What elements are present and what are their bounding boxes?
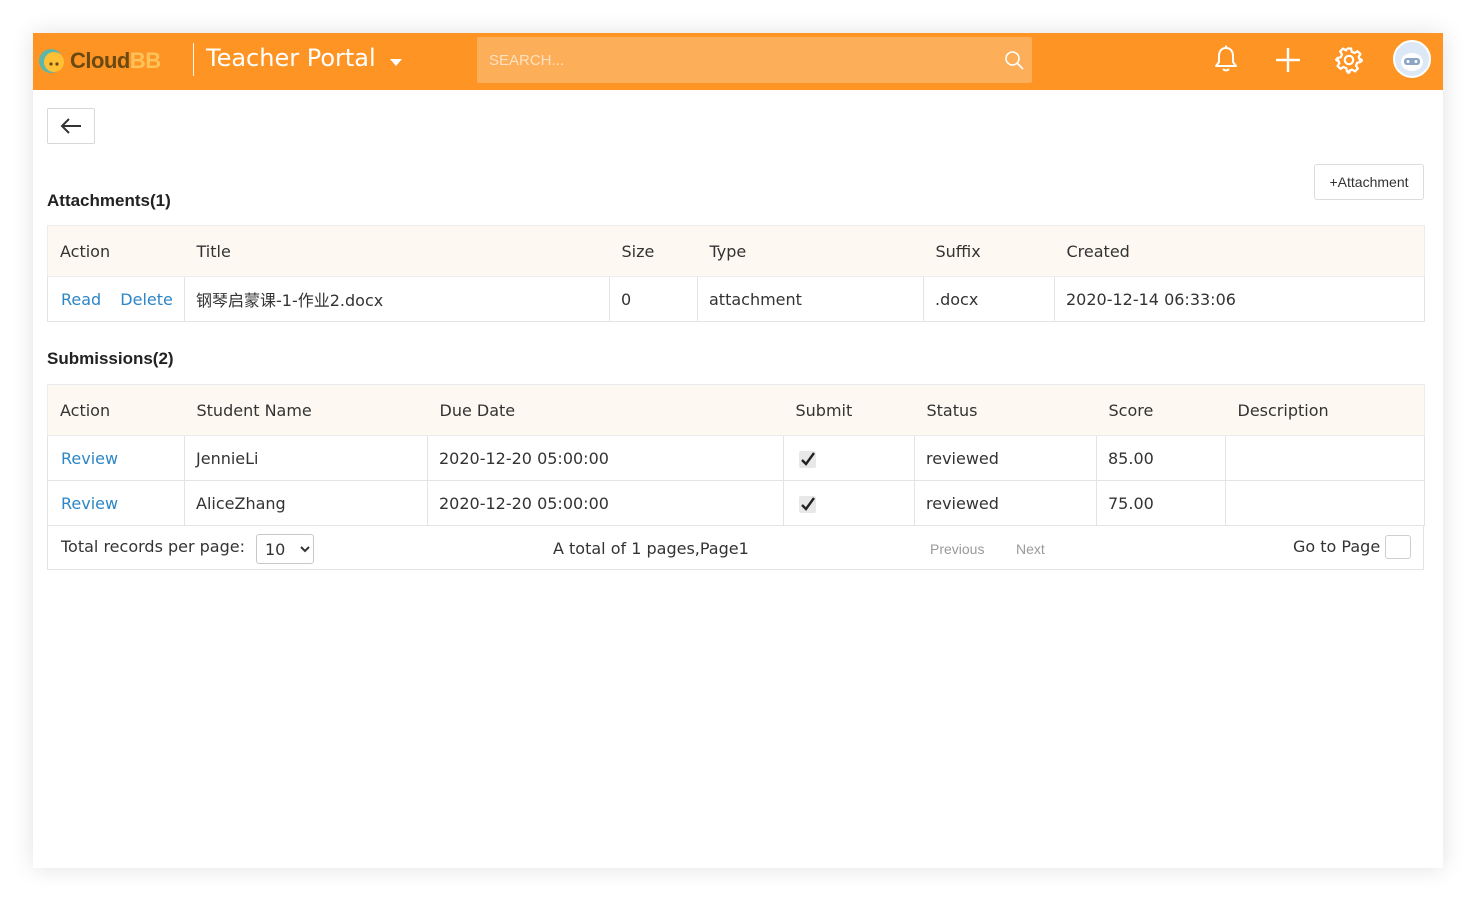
go-to-page-label: Go to Page [1293,537,1381,556]
next-button[interactable]: Next [1016,541,1045,557]
page-total-text: A total of 1 pages,Page1 [553,539,749,558]
submissions-header-row: Action Student Name Due Date Submit Stat… [47,384,1425,436]
review-link[interactable]: Review [61,494,118,513]
header-divider [193,43,194,76]
table-row: Read Delete 钢琴启蒙课-1-作业2.docx 0 attachmen… [47,276,1425,322]
type-cell: attachment [697,276,924,322]
table-row: Review JennieLi 2020-12-20 05:00:00 revi… [47,435,1425,481]
score-cell: 75.00 [1096,480,1226,526]
logo-cloud-text: Cloud [70,48,130,73]
column-header: Suffix [923,225,1055,277]
per-page-label: Total records per page: [61,537,245,556]
search-icon[interactable] [1004,50,1024,70]
created-cell: 2020-12-14 06:33:06 [1054,276,1425,322]
submissions-table: Action Student Name Due Date Submit Stat… [47,384,1425,526]
due-date-cell: 2020-12-20 05:00:00 [427,435,784,481]
cloudbb-logo[interactable]: CloudBB [36,45,161,77]
action-cell: Review [47,480,185,526]
gear-icon[interactable] [1335,46,1363,74]
submitted-checkbox [799,450,816,468]
column-header: Action [47,384,185,436]
pagination-bar: Total records per page: 10 A total of 1 … [47,525,1424,570]
student-name-cell: AliceZhang [184,480,428,526]
logo-bb-text: BB [129,48,161,73]
review-link[interactable]: Review [61,449,118,468]
app-window: CloudBB Teacher Portal SEARCH... +Attach… [33,33,1443,868]
size-cell: 0 [609,276,698,322]
status-cell: reviewed [914,480,1097,526]
action-cell: Read Delete [47,276,185,322]
column-header: Action [47,225,185,277]
checkmark-icon [801,451,815,466]
submitted-checkbox [799,495,816,513]
go-to-page-input[interactable] [1385,535,1411,559]
submissions-heading: Submissions(2) [47,349,174,368]
avatar-image-icon [1395,42,1429,76]
plus-icon[interactable] [1274,46,1302,74]
column-header: Size [609,225,698,277]
attachments-table: Action Title Size Type Suffix Created Re… [47,225,1425,322]
attachments-heading: Attachments(1) [47,191,171,210]
column-header: Due Date [427,384,784,436]
column-header: Score [1096,384,1226,436]
column-header: Description [1225,384,1425,436]
back-button[interactable] [47,108,95,144]
column-header: Submit [783,384,915,436]
search-input[interactable] [477,37,977,83]
logo-text: CloudBB [70,48,161,74]
per-page-select[interactable]: 10 [256,534,314,564]
top-bar: CloudBB Teacher Portal [33,33,1443,90]
read-link[interactable]: Read [61,290,101,309]
column-header: Type [697,225,924,277]
status-cell: reviewed [914,435,1097,481]
column-header: Created [1054,225,1425,277]
arrow-left-icon [60,118,81,134]
submit-cell [783,480,915,526]
search-box [477,37,1032,83]
attachments-header-row: Action Title Size Type Suffix Created [47,225,1425,277]
bell-icon[interactable] [1213,44,1239,74]
caret-down-icon [389,58,402,66]
due-date-cell: 2020-12-20 05:00:00 [427,480,784,526]
column-header: Student Name [184,384,428,436]
score-cell: 85.00 [1096,435,1226,481]
column-header: Status [914,384,1097,436]
action-cell: Review [47,435,185,481]
table-row: Review AliceZhang 2020-12-20 05:00:00 re… [47,480,1425,526]
portal-switcher[interactable]: Teacher Portal [206,44,402,72]
avatar[interactable] [1393,40,1431,78]
column-header: Title [184,225,610,277]
student-name-cell: JennieLi [184,435,428,481]
description-cell [1225,435,1425,481]
previous-button[interactable]: Previous [930,541,984,557]
description-cell [1225,480,1425,526]
portal-title: Teacher Portal [206,44,376,72]
suffix-cell: .docx [923,276,1055,322]
delete-link[interactable]: Delete [120,290,173,309]
title-cell: 钢琴启蒙课-1-作业2.docx [184,276,610,322]
checkmark-icon [801,496,815,511]
logo-mark-icon [36,45,68,77]
submit-cell [783,435,915,481]
add-attachment-button[interactable]: +Attachment [1314,164,1424,200]
